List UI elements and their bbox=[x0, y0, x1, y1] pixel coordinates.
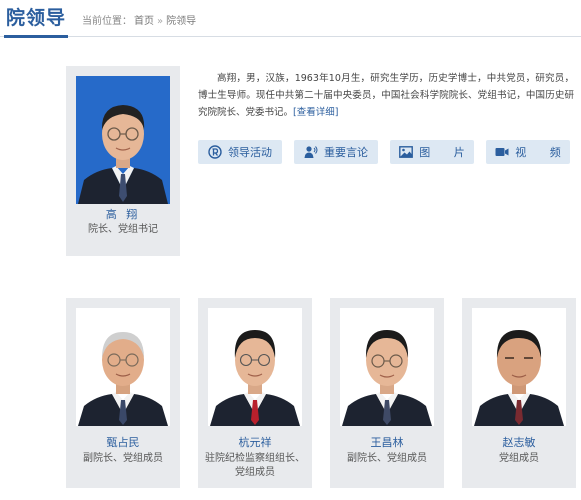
breadcrumb-current-link[interactable]: 院领导 bbox=[166, 16, 196, 27]
speech-icon bbox=[304, 146, 318, 158]
page-header: 院领导 当前位置： 首页» 院领导 bbox=[0, 0, 581, 38]
member-photo[interactable] bbox=[340, 308, 434, 426]
leader-card[interactable]: 高 翔 院长、党组书记 bbox=[66, 66, 180, 256]
member-card[interactable]: 杭元祥 驻院纪检监察组组长、党组成员 bbox=[198, 298, 312, 488]
member-name[interactable]: 赵志敏 bbox=[462, 434, 576, 450]
activity-icon bbox=[208, 145, 222, 159]
member-role: 驻院纪检监察组组长、党组成员 bbox=[205, 453, 305, 478]
member-name[interactable]: 王昌林 bbox=[330, 434, 444, 450]
leader-photo[interactable] bbox=[76, 76, 170, 204]
member-photo[interactable] bbox=[472, 308, 566, 426]
member-photo[interactable] bbox=[208, 308, 302, 426]
breadcrumb-home-link[interactable]: 首页 bbox=[134, 16, 154, 27]
page-title: 院领导 bbox=[4, 4, 69, 38]
member-card[interactable]: 赵志敏 党组成员 bbox=[462, 298, 576, 488]
button-label: 图 片 bbox=[419, 146, 475, 159]
picture-icon bbox=[399, 146, 414, 158]
view-details-link[interactable]: [查看详细] bbox=[293, 107, 338, 118]
video-icon bbox=[495, 148, 509, 156]
leader-bio: 高翔，男，汉族，1963年10月生，研究生学历，历史学博士，中共党员，研究员，博… bbox=[198, 70, 574, 121]
breadcrumb-prefix: 当前位置： bbox=[82, 16, 132, 27]
important-speeches-button[interactable]: 重要言论 bbox=[294, 140, 378, 164]
member-card[interactable]: 甄占民 副院长、党组成员 bbox=[66, 298, 180, 488]
leader-role: 院长、党组书记 bbox=[88, 224, 158, 235]
leader-activities-button[interactable]: 领导活动 bbox=[198, 140, 282, 164]
breadcrumb-separator: » bbox=[157, 16, 164, 27]
videos-button[interactable]: 视 频 bbox=[486, 140, 570, 164]
member-role: 党组成员 bbox=[499, 453, 539, 464]
member-name[interactable]: 杭元祥 bbox=[198, 434, 312, 450]
leader-name[interactable]: 高 翔 bbox=[66, 206, 180, 222]
member-role: 副院长、党组成员 bbox=[347, 453, 427, 464]
button-label: 领导活动 bbox=[228, 146, 272, 159]
button-label: 视 频 bbox=[515, 146, 571, 159]
leader-bio-text: 高翔，男，汉族，1963年10月生，研究生学历，历史学博士，中共党员，研究员，博… bbox=[198, 73, 574, 118]
member-card[interactable]: 王昌林 副院长、党组成员 bbox=[330, 298, 444, 488]
breadcrumb: 当前位置： 首页» 院领导 bbox=[82, 12, 196, 27]
member-name[interactable]: 甄占民 bbox=[66, 434, 180, 450]
member-role: 副院长、党组成员 bbox=[83, 453, 163, 464]
pictures-button[interactable]: 图 片 bbox=[390, 140, 474, 164]
member-photo[interactable] bbox=[76, 308, 170, 426]
button-label: 重要言论 bbox=[324, 146, 368, 159]
